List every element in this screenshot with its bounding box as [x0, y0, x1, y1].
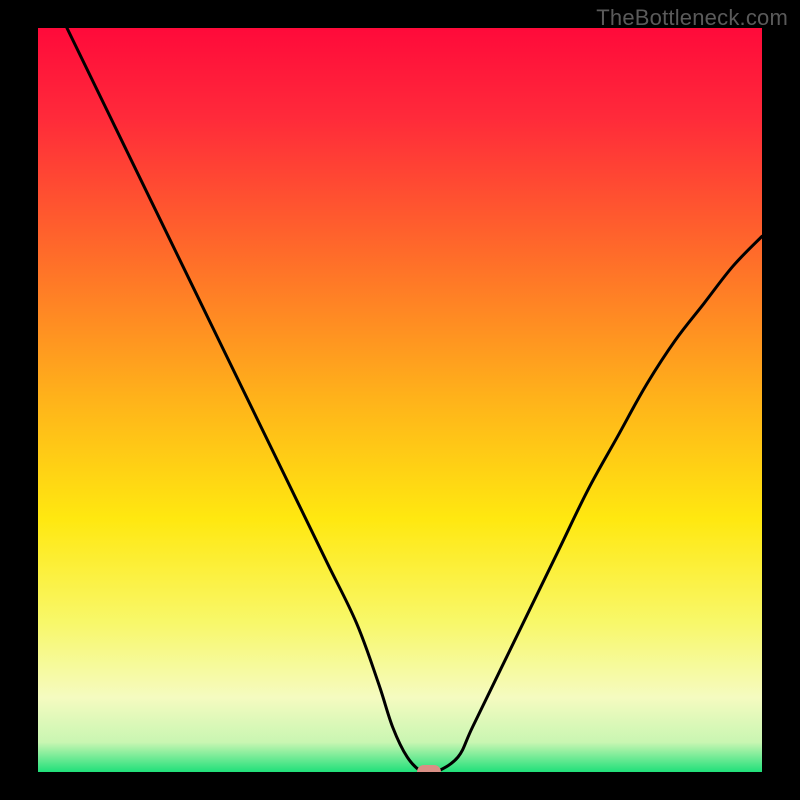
gradient-background — [38, 28, 762, 772]
sweet-spot-marker — [417, 765, 441, 772]
bottleneck-chart — [38, 28, 762, 772]
chart-plot-area — [38, 28, 762, 772]
